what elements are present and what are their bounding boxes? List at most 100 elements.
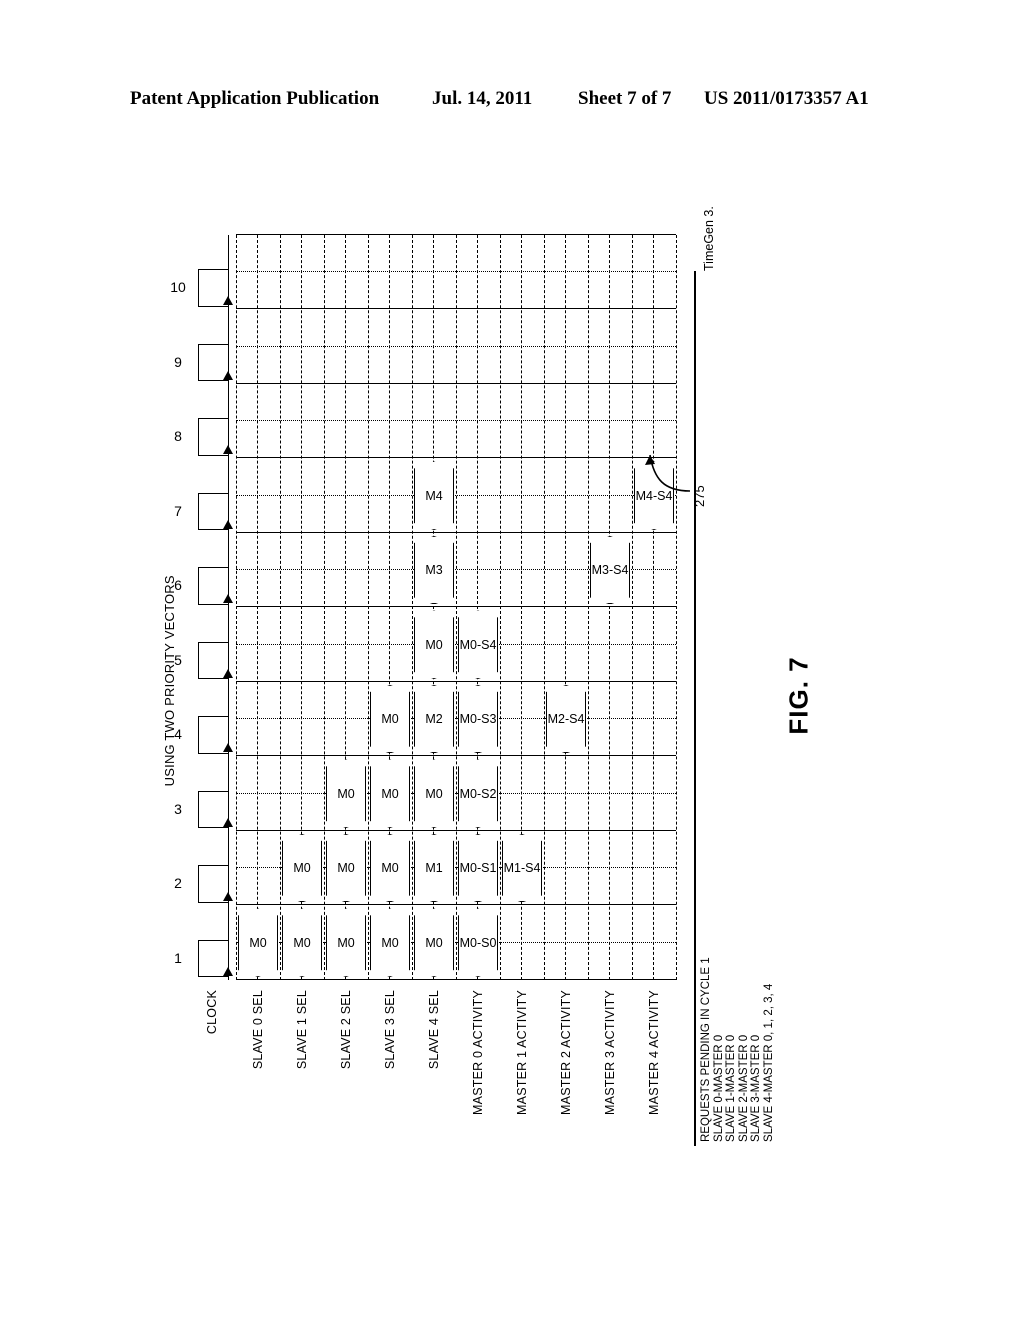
- bus-value-text: M1: [425, 861, 443, 875]
- notes-line: SLAVE 0-MASTER 0: [712, 1034, 725, 1142]
- bus-value-text: M2-S4: [547, 712, 585, 726]
- notes-line: SLAVE 1-MASTER 0: [725, 1034, 738, 1142]
- signal-row-label: MASTER 3 ACTIVITY: [603, 990, 617, 1115]
- signal-lane: M1-S4: [500, 235, 544, 980]
- bus-value-text: M0: [425, 786, 443, 801]
- waveform-plot-area: 1 2 3 4 5 6 7 8 9 10 M0 M0 M0 M0 M0 M0 M0 M0 M0 M0 M0 M1 M0 M2 M…: [170, 234, 832, 980]
- notes-heading: REQUESTS PENDING IN CYCLE 1: [700, 957, 712, 1142]
- cycle-number-label: 4: [174, 726, 182, 743]
- reference-leader-line: [645, 454, 691, 492]
- bus-value-text: M2: [425, 712, 443, 726]
- signal-row-label: SLAVE 0 SEL: [251, 990, 265, 1070]
- bus-value-text: M0: [425, 637, 443, 652]
- bus-value-cell: M0-S3: [458, 685, 498, 754]
- bus-value-cell: M4: [414, 462, 454, 531]
- idle-level-line: [257, 235, 258, 980]
- timing-diagram-rotated-canvas: USING TWO PRIORITY VECTORS CLOCK SLAVE 0 …: [162, 170, 832, 1150]
- bus-value-cell: M3-S4: [590, 536, 630, 605]
- signal-row-label: MASTER 0 ACTIVITY: [471, 990, 485, 1115]
- signal-row-label: MASTER 1 ACTIVITY: [515, 990, 529, 1115]
- signal-row-label: SLAVE 4 SEL: [427, 990, 441, 1070]
- bus-value-text: M3: [425, 563, 443, 577]
- bus-value-text: M3-S4: [591, 563, 629, 577]
- signal-row-label: SLAVE 2 SEL: [339, 990, 353, 1070]
- signal-row-label: CLOCK: [205, 990, 219, 1035]
- bus-value-text: M0: [425, 935, 443, 950]
- cycle-number-label: 5: [174, 651, 182, 668]
- timing-diagram: USING TWO PRIORITY VECTORS CLOCK SLAVE 0 …: [162, 170, 832, 1150]
- cycle-number-label: 8: [174, 428, 182, 445]
- bus-value-cell: M0-S1: [458, 834, 498, 903]
- bus-value-text: M0: [381, 935, 399, 950]
- cycle-number-label: 3: [174, 800, 182, 817]
- signal-lane: M0 M0 M0 M0: [368, 235, 412, 980]
- lane-separator: [676, 235, 677, 980]
- cycle-number-label: 9: [174, 353, 182, 370]
- bus-value-text: M0: [337, 861, 355, 875]
- bus-value-cell: M0: [370, 834, 410, 903]
- bus-value-text: M0: [381, 712, 399, 726]
- signal-row-label: MASTER 4 ACTIVITY: [647, 990, 661, 1115]
- notes-line: SLAVE 3-MASTER 0: [750, 1034, 763, 1142]
- bus-value-cell: M0: [414, 611, 454, 680]
- signal-row-label: SLAVE 3 SEL: [383, 990, 397, 1070]
- bus-value-cell: M0: [282, 909, 322, 978]
- cycle-number-label: 7: [174, 502, 182, 519]
- idle-level-line: [609, 235, 610, 980]
- bus-value-cell: M0: [414, 909, 454, 978]
- bus-value-text: M0: [381, 786, 399, 801]
- bus-value-cell: M0-S0: [458, 909, 498, 978]
- figure-caption: USING TWO PRIORITY VECTORS: [162, 575, 177, 787]
- bus-value-cell: M0: [370, 760, 410, 829]
- signal-lane: M0 M0 M0: [324, 235, 368, 980]
- cycle-number-label: 10: [170, 279, 186, 296]
- signal-lane: M4-S4: [632, 235, 676, 980]
- bus-value-cell: M0-S4: [458, 611, 498, 680]
- bus-value-cell: M0: [326, 834, 366, 903]
- signal-lane: M0-S0 M0-S1 M0-S2 M0-S3 M0-S4: [456, 235, 500, 980]
- bus-value-text: M4: [425, 488, 443, 503]
- signal-row-label: SLAVE 1 SEL: [295, 990, 309, 1070]
- clock-baseline: [228, 235, 229, 980]
- cycle-number-label: 1: [174, 949, 182, 966]
- bus-value-cell: M0: [370, 685, 410, 754]
- bus-value-text: M0: [293, 935, 311, 950]
- notes-line: SLAVE 4-MASTER 0, 1, 2, 3, 4: [762, 983, 775, 1142]
- signal-row-label: MASTER 2 ACTIVITY: [559, 990, 573, 1115]
- bus-value-text: M0-S1: [459, 861, 497, 875]
- bus-value-text: M0: [337, 935, 355, 950]
- bus-value-cell: M2: [414, 685, 454, 754]
- signal-lane: M0 M0: [280, 235, 324, 980]
- signal-lane: M0 M1 M0 M2 M0 M3 M4: [412, 235, 456, 980]
- bus-value-text: M0-S0: [459, 935, 497, 950]
- bus-value-text: M0-S4: [459, 637, 497, 652]
- signal-lane: M3-S4: [588, 235, 632, 980]
- bus-value-text: M0-S2: [459, 786, 497, 801]
- bus-value-cell: M0: [370, 909, 410, 978]
- bus-value-cell: M0: [414, 760, 454, 829]
- cycle-number-label: 6: [174, 577, 182, 594]
- notes-line: SLAVE 2-MASTER 0: [737, 1034, 750, 1142]
- bus-value-cell: M0: [282, 834, 322, 903]
- bus-value-text: M1-S4: [503, 861, 541, 875]
- bus-value-cell: M0: [238, 909, 278, 978]
- bus-value-text: M0: [337, 786, 355, 801]
- bus-value-cell: M0: [326, 760, 366, 829]
- idle-level-line: [653, 235, 654, 980]
- bus-value-cell: M0-S2: [458, 760, 498, 829]
- figure-number-label: FIG. 7: [783, 656, 814, 735]
- figure-stage: USING TWO PRIORITY VECTORS CLOCK SLAVE 0 …: [0, 0, 1024, 1320]
- bus-value-cell: M1-S4: [502, 834, 542, 903]
- signal-lane: M0: [236, 235, 280, 980]
- bus-value-text: M0: [249, 935, 267, 950]
- bus-value-cell: M1: [414, 834, 454, 903]
- signal-lane: M2-S4: [544, 235, 588, 980]
- bus-value-cell: M0: [326, 909, 366, 978]
- bus-value-cell: M3: [414, 536, 454, 605]
- timegen-label: TimeGen 3.: [702, 206, 716, 271]
- requests-pending-notes: REQUESTS PENDING IN CYCLE 1 SLAVE 0-MASTE…: [700, 957, 776, 1142]
- bus-value-text: M0-S3: [459, 712, 497, 726]
- bus-value-cell: M2-S4: [546, 685, 586, 754]
- bus-value-text: M0: [293, 861, 311, 875]
- bus-value-text: M0: [381, 861, 399, 875]
